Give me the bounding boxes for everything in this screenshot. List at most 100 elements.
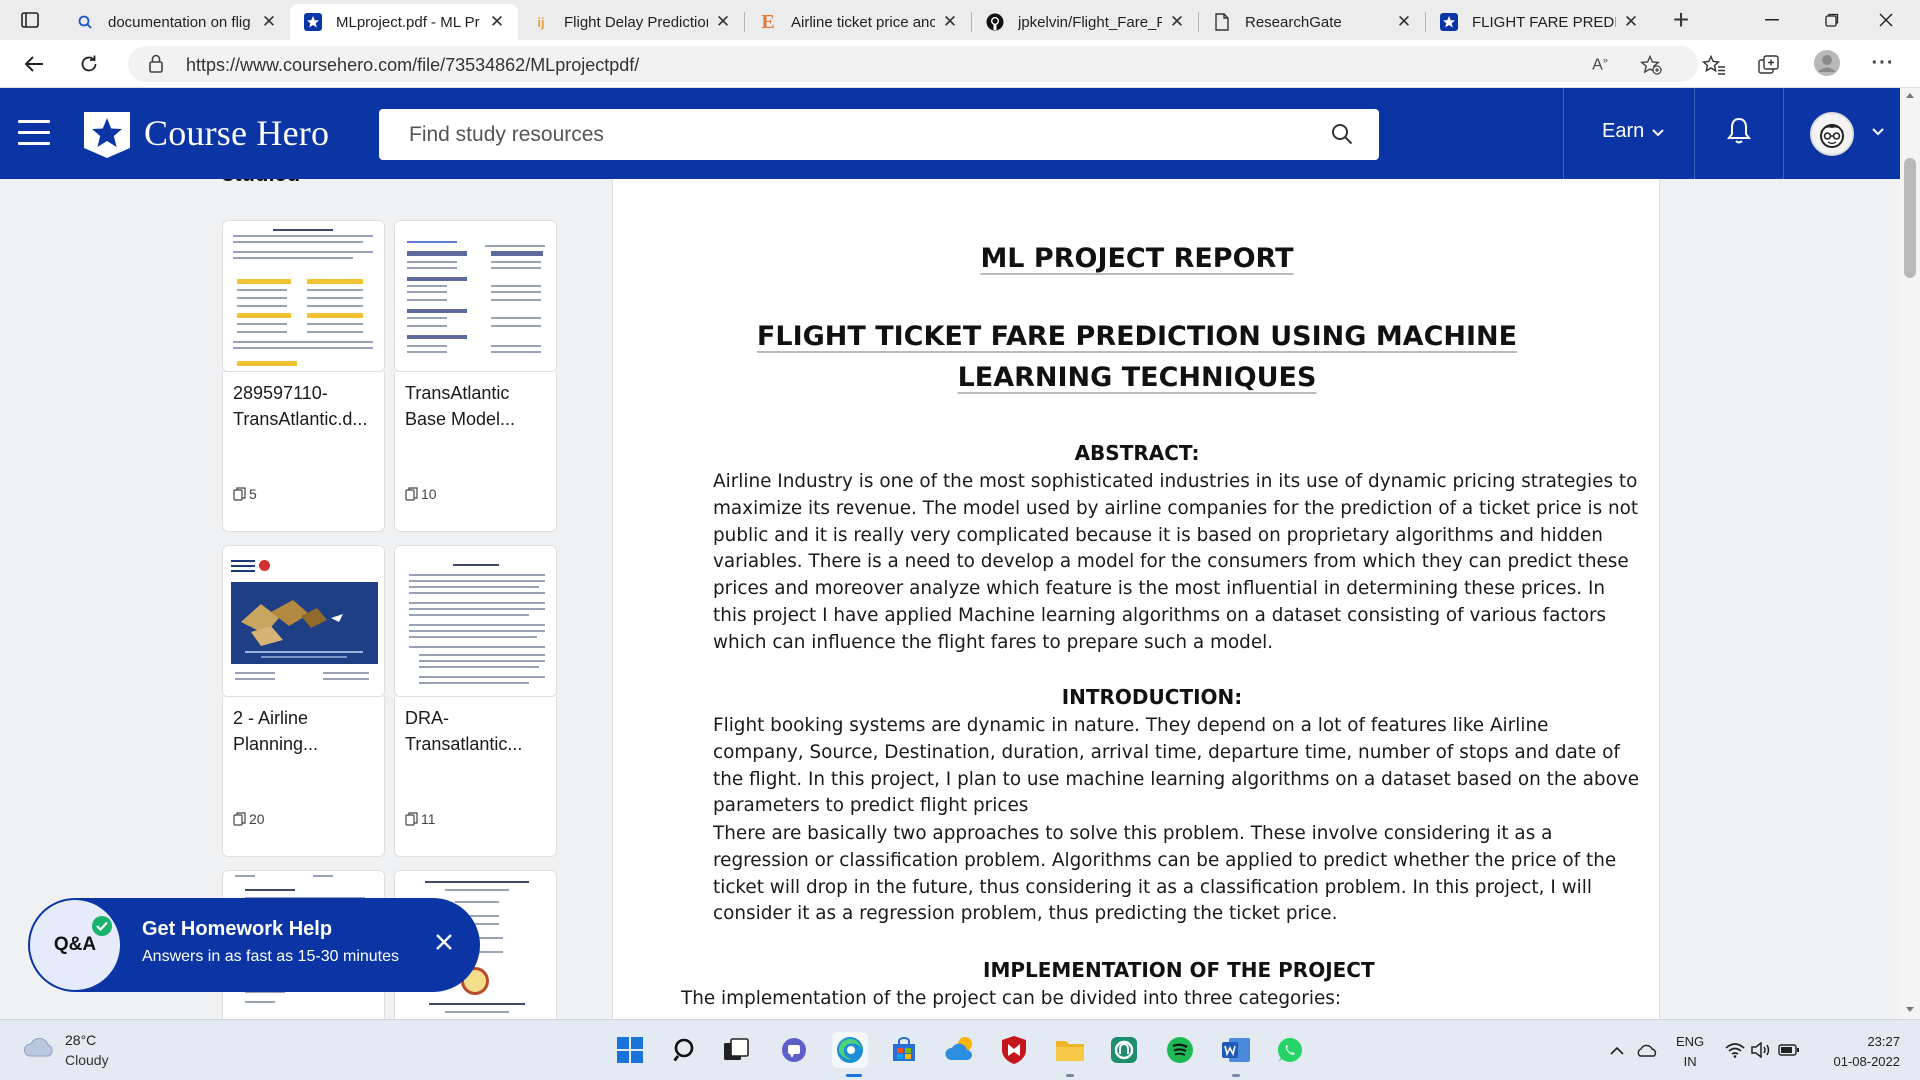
tab-flight-fare-predict[interactable]: FLIGHT FARE PREDICT ✕ (1426, 4, 1652, 40)
document-card-thumbnail[interactable] (394, 545, 557, 697)
tab-mlproject[interactable]: MLproject.pdf - ML Pr ✕ (290, 4, 518, 40)
earn-menu[interactable]: Earn (1602, 120, 1664, 143)
tab-title: FLIGHT FARE PREDICT (1472, 13, 1616, 31)
tab-title: jpkelvin/Flight_Fare_P (1018, 13, 1162, 31)
microsoft-store-icon[interactable] (886, 1032, 922, 1068)
minimize-button[interactable] (1752, 8, 1792, 32)
search-icon (76, 13, 94, 31)
battery-icon[interactable] (1778, 1039, 1800, 1061)
add-favorite-icon[interactable] (1636, 54, 1666, 76)
coursehero-logo-icon[interactable] (82, 108, 132, 158)
kaggle-like-icon: ij (537, 14, 545, 30)
menu-icon[interactable] (18, 120, 50, 146)
restore-icon (1825, 13, 1839, 27)
chevron-down-icon[interactable] (1872, 128, 1884, 136)
windows-start-icon[interactable] (612, 1032, 648, 1068)
search-icon[interactable] (1331, 123, 1353, 145)
url-field[interactable]: https://www.coursehero.com/file/73534862… (128, 46, 1698, 82)
refresh-button[interactable] (73, 50, 105, 78)
onedrive-icon[interactable] (1636, 1039, 1658, 1061)
close-tab-icon[interactable]: ✕ (1622, 12, 1640, 32)
word-icon[interactable] (1218, 1032, 1254, 1068)
document-thumbnail (223, 221, 384, 371)
close-window-button[interactable] (1866, 8, 1906, 32)
scroll-down-icon[interactable] (1905, 1006, 1915, 1013)
more-options-icon[interactable]: ··· (1868, 52, 1898, 74)
document-card-title[interactable]: 289597110-TransAtlantic.d... (233, 380, 378, 432)
page-icon (1213, 13, 1231, 31)
weather-condition[interactable]: Cloudy (65, 1052, 109, 1068)
volume-icon[interactable] (1750, 1039, 1772, 1061)
collections-icon[interactable] (1754, 54, 1784, 76)
introduction-text: Flight booking systems are dynamic in na… (713, 715, 1640, 817)
document-card-thumbnail[interactable] (222, 545, 385, 697)
document-card-title[interactable]: DRA-Transatlantic... (405, 705, 550, 757)
notification-bell-icon[interactable] (1726, 116, 1752, 146)
browser-tab-strip: documentation on flig ✕ MLproject.pdf - … (0, 0, 1920, 40)
document-card-info[interactable]: TransAtlantic Base Model... 10 (394, 372, 557, 532)
search-icon[interactable] (668, 1032, 704, 1068)
page-count-value: 20 (249, 811, 265, 827)
lock-icon[interactable] (148, 54, 164, 78)
favorites-icon[interactable] (1699, 54, 1729, 76)
close-tab-icon[interactable]: ✕ (941, 12, 959, 32)
edge-browser-icon[interactable] (832, 1032, 868, 1068)
page-count-value: 10 (421, 486, 437, 502)
whatsapp-icon[interactable] (1272, 1032, 1308, 1068)
github-icon (986, 13, 1004, 31)
weather-widget-icon[interactable] (942, 1032, 978, 1068)
spotify-icon[interactable] (1162, 1032, 1198, 1068)
refresh-icon (81, 55, 97, 72)
document-card-info[interactable]: 289597110-TransAtlantic.d... 5 (222, 372, 385, 532)
search-bar (379, 109, 1379, 160)
document-card-thumbnail[interactable] (394, 220, 557, 372)
cloudy-weather-icon[interactable] (22, 1034, 56, 1060)
tab-researchgate[interactable]: ResearchGate ✕ (1199, 4, 1425, 40)
page-count: 11 (405, 811, 436, 827)
document-card-thumbnail[interactable] (222, 220, 385, 372)
tab-actions-icon (21, 12, 39, 28)
new-tab-button[interactable]: + (1665, 6, 1697, 36)
close-tab-icon[interactable]: ✕ (1395, 12, 1413, 32)
header-divider (1694, 88, 1695, 179)
wifi-icon[interactable] (1724, 1039, 1746, 1061)
brand-name[interactable]: Course Hero (144, 112, 329, 154)
close-tab-icon[interactable]: ✕ (714, 12, 732, 32)
avatar[interactable] (1810, 112, 1854, 156)
clock-time: 23:27 (1867, 1034, 1900, 1049)
task-view-icon[interactable] (718, 1032, 754, 1068)
system-clock[interactable]: 23:27 01-08-2022 (1822, 1032, 1901, 1072)
search-input[interactable] (379, 109, 1299, 160)
coursehero-icon (1440, 13, 1458, 31)
mcafee-icon[interactable] (996, 1032, 1032, 1068)
document-card-info[interactable]: DRA-Transatlantic... 11 (394, 697, 557, 857)
implementation-heading: IMPLEMENTATION OF THE PROJECT (983, 958, 1375, 982)
close-tab-icon[interactable]: ✕ (488, 12, 506, 32)
homework-help-banner[interactable]: Q&A Get Homework Help Answers in as fast… (28, 898, 480, 992)
close-icon[interactable] (434, 932, 454, 952)
teams-chat-icon[interactable] (776, 1032, 812, 1068)
back-button[interactable] (18, 50, 50, 78)
scrollbar-thumb[interactable] (1904, 158, 1916, 278)
tab-airline-ticket[interactable]: E Airline ticket price anc ✕ (745, 4, 971, 40)
document-card-info[interactable]: 2 - Airline Planning... 20 (222, 697, 385, 857)
chevron-up-icon[interactable] (1606, 1039, 1628, 1061)
language-indicator[interactable]: ENG IN (1676, 1032, 1704, 1072)
restore-button[interactable] (1812, 8, 1852, 32)
weather-temperature[interactable]: 28°C (65, 1032, 96, 1048)
file-explorer-icon[interactable] (1052, 1032, 1088, 1068)
close-tab-icon[interactable]: ✕ (1168, 12, 1186, 32)
url-text: https://www.coursehero.com/file/73534862… (186, 55, 640, 75)
document-card-title[interactable]: TransAtlantic Base Model... (405, 380, 550, 432)
close-tab-icon[interactable]: ✕ (260, 12, 278, 32)
tab-flight-delay[interactable]: ij Flight Delay Predictior ✕ (518, 4, 744, 40)
profile-avatar-icon[interactable] (1812, 50, 1842, 76)
tab-documentation[interactable]: documentation on flig ✕ (62, 4, 290, 40)
read-aloud-icon[interactable]: A» (1585, 54, 1615, 76)
page-scrollbar[interactable] (1900, 88, 1920, 1019)
tab-github[interactable]: jpkelvin/Flight_Fare_P ✕ (972, 4, 1198, 40)
document-card-title[interactable]: 2 - Airline Planning... (233, 705, 378, 757)
tab-actions-button[interactable] (14, 8, 46, 32)
scroll-up-icon[interactable] (1905, 92, 1915, 99)
green-app-icon[interactable] (1106, 1032, 1142, 1068)
